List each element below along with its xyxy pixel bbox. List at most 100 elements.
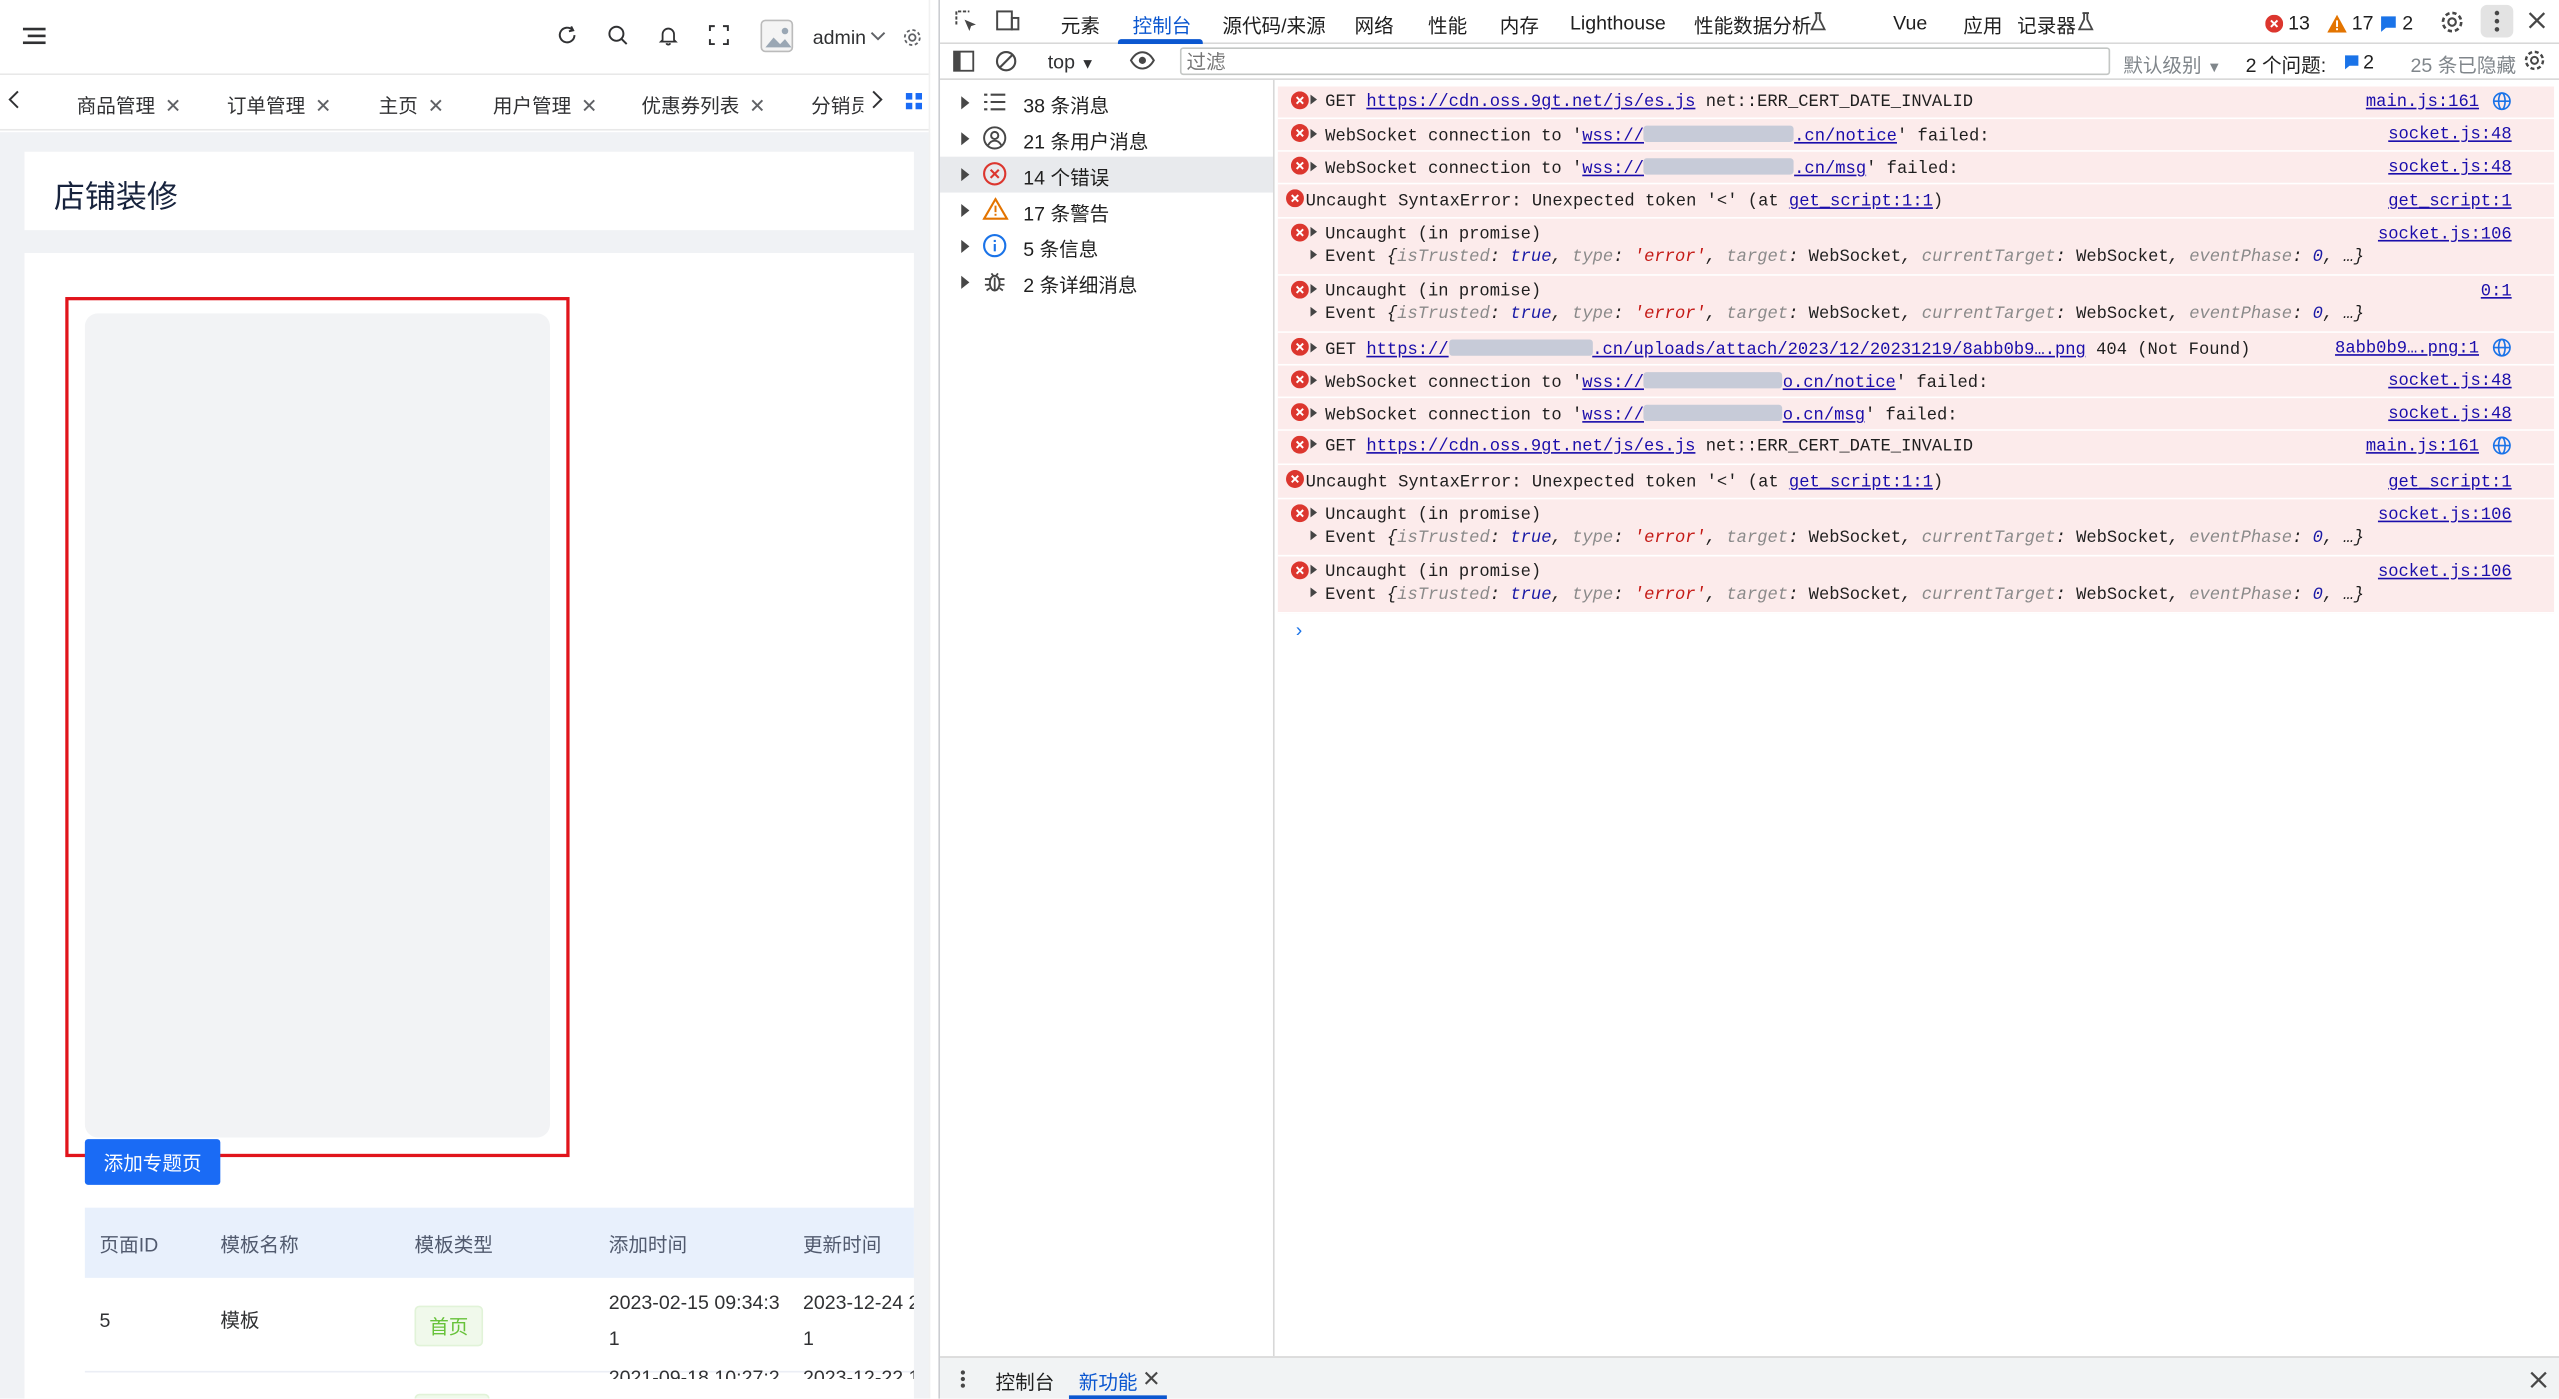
console-error-entry[interactable]: WebSocket connection to 'wss:// o.cn/msg'…: [1277, 398, 2555, 431]
table-row[interactable]: 2021-09-18 10:27:2 2023-12-22 1: [85, 1366, 914, 1399]
expand-triangle-icon[interactable]: [1310, 530, 1318, 541]
table-row[interactable]: 5 模板 首页 2023-02-15 09:34:3 1 2023-12-24 2…: [84, 1278, 914, 1373]
message-link[interactable]: get_script:1:1: [1789, 193, 1933, 213]
expand-triangle-icon[interactable]: [1310, 161, 1318, 172]
console-error-entry[interactable]: Uncaught SyntaxError: Unexpected token '…: [1277, 184, 2555, 219]
message-link[interactable]: wss:// .cn/msg: [1582, 158, 1866, 180]
eye-icon[interactable]: [1129, 51, 1155, 71]
fullscreen-icon[interactable]: [708, 24, 729, 46]
expand-triangle-icon[interactable]: [1310, 306, 1318, 317]
tab-home[interactable]: 主页 ✕: [379, 91, 444, 119]
expand-triangle-icon[interactable]: [1310, 375, 1318, 386]
page-scrollbar[interactable]: [928, 0, 931, 1399]
add-topic-page-button[interactable]: 添加专题页: [84, 1139, 221, 1185]
network-icon[interactable]: [2492, 338, 2512, 358]
gear-icon[interactable]: [902, 28, 922, 48]
console-error-entry[interactable]: Uncaught SyntaxError: Unexpected token '…: [1277, 465, 2555, 500]
tab-user-management[interactable]: 用户管理 ✕: [493, 91, 598, 119]
expand-triangle-icon[interactable]: [961, 168, 970, 182]
source-link[interactable]: main.js:161: [2366, 437, 2479, 457]
sidebar-item-info[interactable]: 5 条信息: [940, 228, 1273, 264]
sidebar-item-errors[interactable]: 14 个错误: [940, 156, 1273, 193]
expand-triangle-icon[interactable]: [961, 132, 970, 146]
console-error-entry[interactable]: GET https://cdn.oss.9gt.net/js/es.js net…: [1277, 86, 2555, 120]
source-link[interactable]: main.js:161: [2366, 93, 2479, 113]
event-object[interactable]: Event {isTrusted: true, type: 'error', t…: [1310, 586, 2364, 605]
close-icon[interactable]: [1144, 1371, 1159, 1386]
log-level-select[interactable]: 默认级别 ▼: [2123, 51, 2221, 79]
tab-memory[interactable]: 内存: [1500, 11, 1539, 39]
source-link[interactable]: socket.js:106: [2378, 563, 2512, 583]
tab-elements[interactable]: 元素: [1061, 11, 1100, 39]
tab-performance[interactable]: 性能: [1428, 11, 1467, 39]
issues-count[interactable]: 2: [2344, 51, 2374, 73]
console-error-entry[interactable]: GET https://cdn.oss.9gt.net/js/es.js net…: [1277, 430, 2555, 466]
more-options-icon[interactable]: [960, 1369, 967, 1389]
expand-triangle-icon[interactable]: [1310, 408, 1318, 418]
chevron-down-icon[interactable]: [870, 29, 886, 42]
console-error-entry[interactable]: GET https:// .cn/uploads/attach/2023/12/2…: [1277, 332, 2555, 366]
source-link[interactable]: socket.js:48: [2388, 158, 2511, 178]
expand-triangle-icon[interactable]: [961, 275, 970, 289]
expand-triangle-icon[interactable]: [961, 239, 970, 253]
network-icon[interactable]: [2492, 436, 2512, 456]
tabs-scroll-right-icon[interactable]: [870, 90, 883, 110]
context-selector[interactable]: top ▼: [1048, 51, 1095, 74]
settings-gear-icon[interactable]: [2440, 10, 2464, 34]
console-error-entry[interactable]: WebSocket connection to 'wss:// o.cn/noti…: [1277, 365, 2555, 399]
tab-application[interactable]: 应用: [1963, 11, 2002, 39]
message-link[interactable]: wss:// o.cn/notice: [1582, 372, 1896, 394]
close-icon[interactable]: ✕: [315, 95, 331, 118]
source-link[interactable]: 8abb0b9….png:1: [2335, 339, 2479, 359]
expand-triangle-icon[interactable]: [1310, 94, 1318, 105]
expand-triangle-icon[interactable]: [1310, 226, 1318, 237]
username[interactable]: admin: [813, 26, 866, 49]
message-link[interactable]: get_script:1:1: [1789, 473, 1933, 493]
error-count[interactable]: 13: [2265, 11, 2310, 34]
console-filter-input[interactable]: [1179, 47, 2111, 76]
expand-triangle-icon[interactable]: [961, 204, 970, 218]
expand-triangle-icon[interactable]: [1310, 128, 1318, 139]
bell-icon[interactable]: [658, 24, 679, 46]
message-link[interactable]: wss:// o.cn/msg: [1582, 404, 1865, 426]
close-icon[interactable]: ✕: [165, 95, 181, 118]
info-count[interactable]: 2: [2379, 11, 2413, 34]
drawer-tab-whats-new[interactable]: 新功能: [1079, 1368, 1138, 1396]
console-prompt[interactable]: ›: [1296, 619, 1303, 642]
warning-count[interactable]: 17: [2327, 11, 2374, 34]
source-link[interactable]: get_script:1: [2388, 473, 2511, 493]
tab-coupon-list[interactable]: 优惠券列表 ✕: [641, 91, 765, 119]
tab-network[interactable]: 网络: [1355, 11, 1394, 39]
sidebar-item-messages[interactable]: 38 条消息: [940, 85, 1273, 121]
expand-triangle-icon[interactable]: [1310, 587, 1318, 598]
event-object[interactable]: Event {isTrusted: true, type: 'error', t…: [1310, 529, 2364, 548]
close-icon[interactable]: ✕: [749, 95, 765, 118]
refresh-icon[interactable]: [557, 24, 578, 45]
tab-lighthouse[interactable]: Lighthouse: [1570, 11, 1666, 34]
avatar[interactable]: [760, 19, 794, 53]
close-icon[interactable]: [2528, 11, 2546, 29]
message-link[interactable]: https://cdn.oss.9gt.net/js/es.js: [1366, 437, 1695, 457]
device-toggle-icon[interactable]: [996, 10, 1020, 33]
event-object[interactable]: Event {isTrusted: true, type: 'error', t…: [1310, 248, 2364, 268]
source-link[interactable]: socket.js:48: [2388, 126, 2511, 146]
sidebar-item-warnings[interactable]: 17 条警告: [940, 193, 1273, 229]
tab-console[interactable]: 控制台: [1133, 11, 1192, 39]
console-error-entry[interactable]: WebSocket connection to 'wss:// .cn/notic…: [1277, 119, 2555, 152]
close-icon[interactable]: ✕: [581, 95, 597, 118]
console-settings-icon[interactable]: [2523, 49, 2546, 72]
expand-triangle-icon[interactable]: [1310, 439, 1318, 449]
source-link[interactable]: socket.js:48: [2388, 372, 2511, 392]
console-error-entry[interactable]: Uncaught (in promise) Event {isTrusted: …: [1277, 556, 2555, 614]
expand-triangle-icon[interactable]: [1310, 564, 1318, 575]
console-error-entry[interactable]: Uncaught (in promise) Event {isTrusted: …: [1277, 499, 2555, 557]
message-link[interactable]: wss:// .cn/notice: [1582, 125, 1897, 147]
message-link[interactable]: https:// .cn/uploads/attach/2023/12/20231…: [1366, 339, 2086, 361]
tab-performance-insights[interactable]: 性能数据分析: [1694, 11, 1812, 39]
drawer-tab-console[interactable]: 控制台: [996, 1368, 1055, 1396]
expand-triangle-icon[interactable]: [1310, 342, 1318, 353]
expand-triangle-icon[interactable]: [1310, 283, 1318, 294]
event-object[interactable]: Event {isTrusted: true, type: 'error', t…: [1310, 305, 2364, 325]
tab-sources[interactable]: 源代码/来源: [1222, 11, 1325, 39]
network-icon[interactable]: [2492, 91, 2512, 111]
